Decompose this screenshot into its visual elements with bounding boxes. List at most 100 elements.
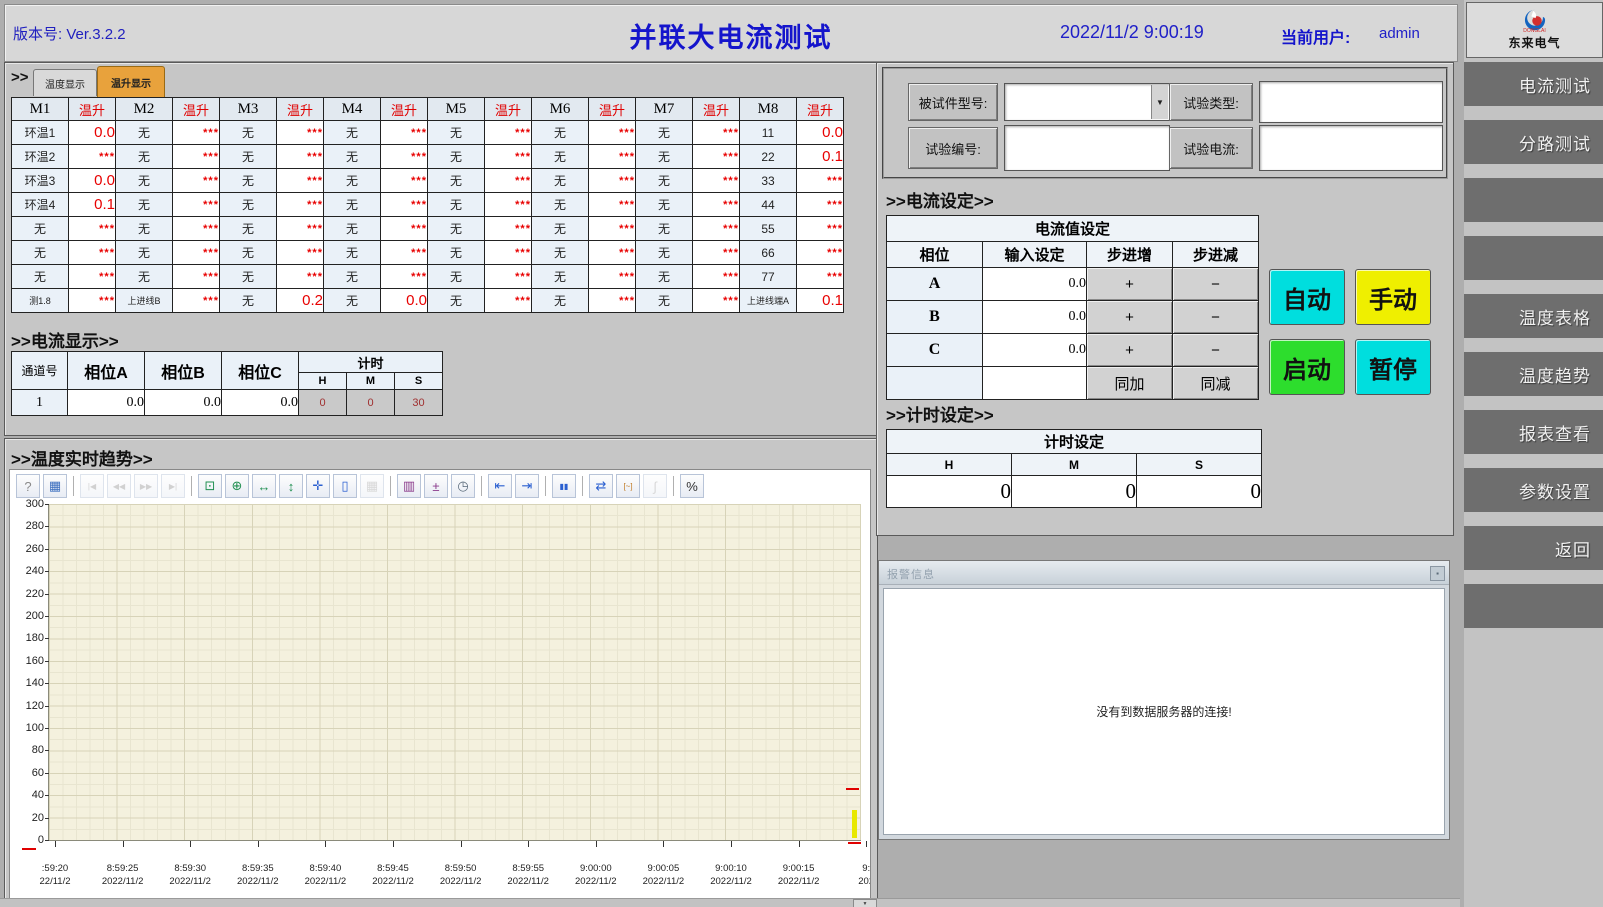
- test-control-panel: 被试件型号: ▼ 试验类型: 试验编号: 试验电流: >>电流设定>> 电流值设…: [876, 62, 1454, 536]
- help-icon[interactable]: ?: [16, 474, 40, 498]
- y-axis-tick-label: 300: [12, 498, 44, 510]
- data-table-icon[interactable]: ▦: [43, 474, 67, 498]
- sidebar-item-temp-trend[interactable]: 温度趋势: [1464, 352, 1603, 396]
- sensor-label-cell: 无: [532, 121, 589, 145]
- manual-button[interactable]: 手动: [1355, 269, 1431, 325]
- sensor-label-cell: 无: [324, 193, 381, 217]
- sensor-label-cell: 环温1: [12, 121, 69, 145]
- x-axis-tick-label: 8:59:402022/11/2: [289, 862, 361, 888]
- y-axis-tick: [45, 683, 49, 684]
- timer-h-input[interactable]: 0: [887, 476, 1012, 508]
- test-no-input[interactable]: [1004, 125, 1170, 171]
- rise-value-cell: ***: [173, 265, 220, 289]
- table-row: 无***无***无***无***无***无***无***55***: [12, 217, 844, 241]
- scrollbar-down-icon[interactable]: ▼: [853, 899, 877, 907]
- table-row: 环温30.0无***无***无***无***无***无***33***: [12, 169, 844, 193]
- percent-icon[interactable]: %: [680, 474, 704, 498]
- sidebar-item-branch-test[interactable]: 分路测试: [1464, 120, 1603, 164]
- chevron-down-icon[interactable]: ▼: [1151, 85, 1168, 119]
- pan-icon[interactable]: ✛: [306, 474, 330, 498]
- time-span-icon[interactable]: ◷: [451, 474, 475, 498]
- add-remove-plot-icon[interactable]: ±: [424, 474, 448, 498]
- start-button[interactable]: 启动: [1269, 339, 1345, 395]
- phase-cell: A: [887, 268, 983, 301]
- rise-value-cell: ***: [381, 121, 428, 145]
- current-user-label: 当前用户:: [1281, 24, 1350, 48]
- temperature-display-panel: >> 温度显示 温升显示 M1温升M2温升M3温升M4温升M5温升M6温升M7温…: [4, 62, 878, 436]
- step-inc-button[interactable]: +: [1087, 268, 1173, 301]
- rise-value-cell: ***: [173, 289, 220, 313]
- step-inc-col-header: 步进增: [1087, 242, 1173, 268]
- sidebar-item-blank-3[interactable]: [1464, 584, 1603, 628]
- sensor-label-cell: 无: [220, 145, 277, 169]
- y-axis-tick: [45, 728, 49, 729]
- bottom-scrollbar[interactable]: [0, 898, 1460, 907]
- dec-all-button[interactable]: 同减: [1173, 367, 1259, 400]
- zoom-box-icon[interactable]: ⊡: [198, 474, 222, 498]
- sidebar-item-blank-2[interactable]: [1464, 236, 1603, 280]
- step-dec-button[interactable]: −: [1173, 268, 1259, 301]
- current-setting-table: 电流值设定 相位 输入设定 步进增 步进减 A0.0+−B0.0+−C0.0+−…: [886, 215, 1259, 400]
- input-setting-col-header: 输入设定: [983, 242, 1087, 268]
- auto-button[interactable]: 自动: [1269, 269, 1345, 325]
- step-dec-button[interactable]: −: [1173, 301, 1259, 334]
- input-setting-cell[interactable]: 0.0: [983, 268, 1087, 301]
- sensor-label-cell: 无: [220, 217, 277, 241]
- inc-all-button[interactable]: 同加: [1087, 367, 1173, 400]
- step-inc-button[interactable]: +: [1087, 301, 1173, 334]
- channels-icon[interactable]: ▥: [397, 474, 421, 498]
- pause-button[interactable]: 暂停: [1355, 339, 1431, 395]
- swap-icon[interactable]: ⇄: [589, 474, 613, 498]
- step-dec-button[interactable]: −: [1173, 334, 1259, 367]
- zoom-vertical-icon[interactable]: ↕: [279, 474, 303, 498]
- test-info-box: 被试件型号: ▼ 试验类型: 试验编号: 试验电流:: [882, 67, 1448, 179]
- yellow-scroll-marker: [852, 810, 857, 838]
- alarm-pin-icon[interactable]: ▪: [1430, 566, 1445, 581]
- sidebar-item-report-view[interactable]: 报表查看: [1464, 410, 1603, 454]
- input-setting-cell[interactable]: 0.0: [983, 334, 1087, 367]
- first-page-icon: |◀: [80, 474, 104, 498]
- timer-setting-table-title: 计时设定: [887, 430, 1262, 454]
- sensor-label-cell: 无: [636, 121, 693, 145]
- module-col-header: M4: [324, 98, 381, 121]
- test-current-input[interactable]: [1259, 125, 1443, 171]
- x-axis-tick-label: 8:59:552022/11/2: [492, 862, 564, 888]
- sensor-label-cell: 上进线端A: [740, 289, 797, 313]
- sensor-label-cell: 无: [428, 193, 485, 217]
- axis-scale-icon[interactable]: ▯: [333, 474, 357, 498]
- zoom-in-icon[interactable]: ⊕: [225, 474, 249, 498]
- sidebar-item-temp-table[interactable]: 温度表格: [1464, 294, 1603, 338]
- y-axis-tick: [45, 571, 49, 572]
- phase-cell: C: [887, 334, 983, 367]
- rise-value-cell: ***: [589, 193, 636, 217]
- alarm-title-bar: 报警信息 ▪: [879, 561, 1449, 585]
- phase-c-col-header: 相位C: [222, 352, 299, 390]
- x-axis-tick: [258, 841, 259, 847]
- sidebar-item-back[interactable]: 返回: [1464, 526, 1603, 570]
- rise-value-cell: ***: [485, 241, 532, 265]
- pause-icon[interactable]: ▮▮: [552, 474, 576, 498]
- dut-model-combo[interactable]: ▼: [1004, 83, 1170, 121]
- sidebar-item-current-test[interactable]: 电流测试: [1464, 62, 1603, 106]
- sidebar-item-param-setting[interactable]: 参数设置: [1464, 468, 1603, 512]
- right-axis-marker: [848, 842, 861, 844]
- module-col-header: M2: [116, 98, 173, 121]
- timer-m-input[interactable]: 0: [1012, 476, 1137, 508]
- rise-value-cell: ***: [173, 217, 220, 241]
- rise-value-cell: 0.0: [69, 121, 116, 145]
- sensor-label-cell: 无: [116, 241, 173, 265]
- scroll-left-icon[interactable]: ⇤: [488, 474, 512, 498]
- scroll-right-icon[interactable]: ⇥: [515, 474, 539, 498]
- plot-area[interactable]: [48, 504, 861, 841]
- rise-value-cell: ***: [589, 121, 636, 145]
- cursor-brackets-icon[interactable]: [~]: [616, 474, 640, 498]
- input-setting-cell[interactable]: 0.0: [983, 301, 1087, 334]
- rise-value-cell: ***: [173, 145, 220, 169]
- test-type-input[interactable]: [1259, 81, 1443, 123]
- zoom-horizontal-icon[interactable]: ↔: [252, 474, 276, 498]
- tab-temperature-display[interactable]: 温度显示: [33, 69, 97, 96]
- step-inc-button[interactable]: +: [1087, 334, 1173, 367]
- tab-temperature-rise-display[interactable]: 温升显示: [97, 66, 165, 97]
- timer-s-input[interactable]: 0: [1137, 476, 1262, 508]
- sidebar-item-blank-1[interactable]: [1464, 178, 1603, 222]
